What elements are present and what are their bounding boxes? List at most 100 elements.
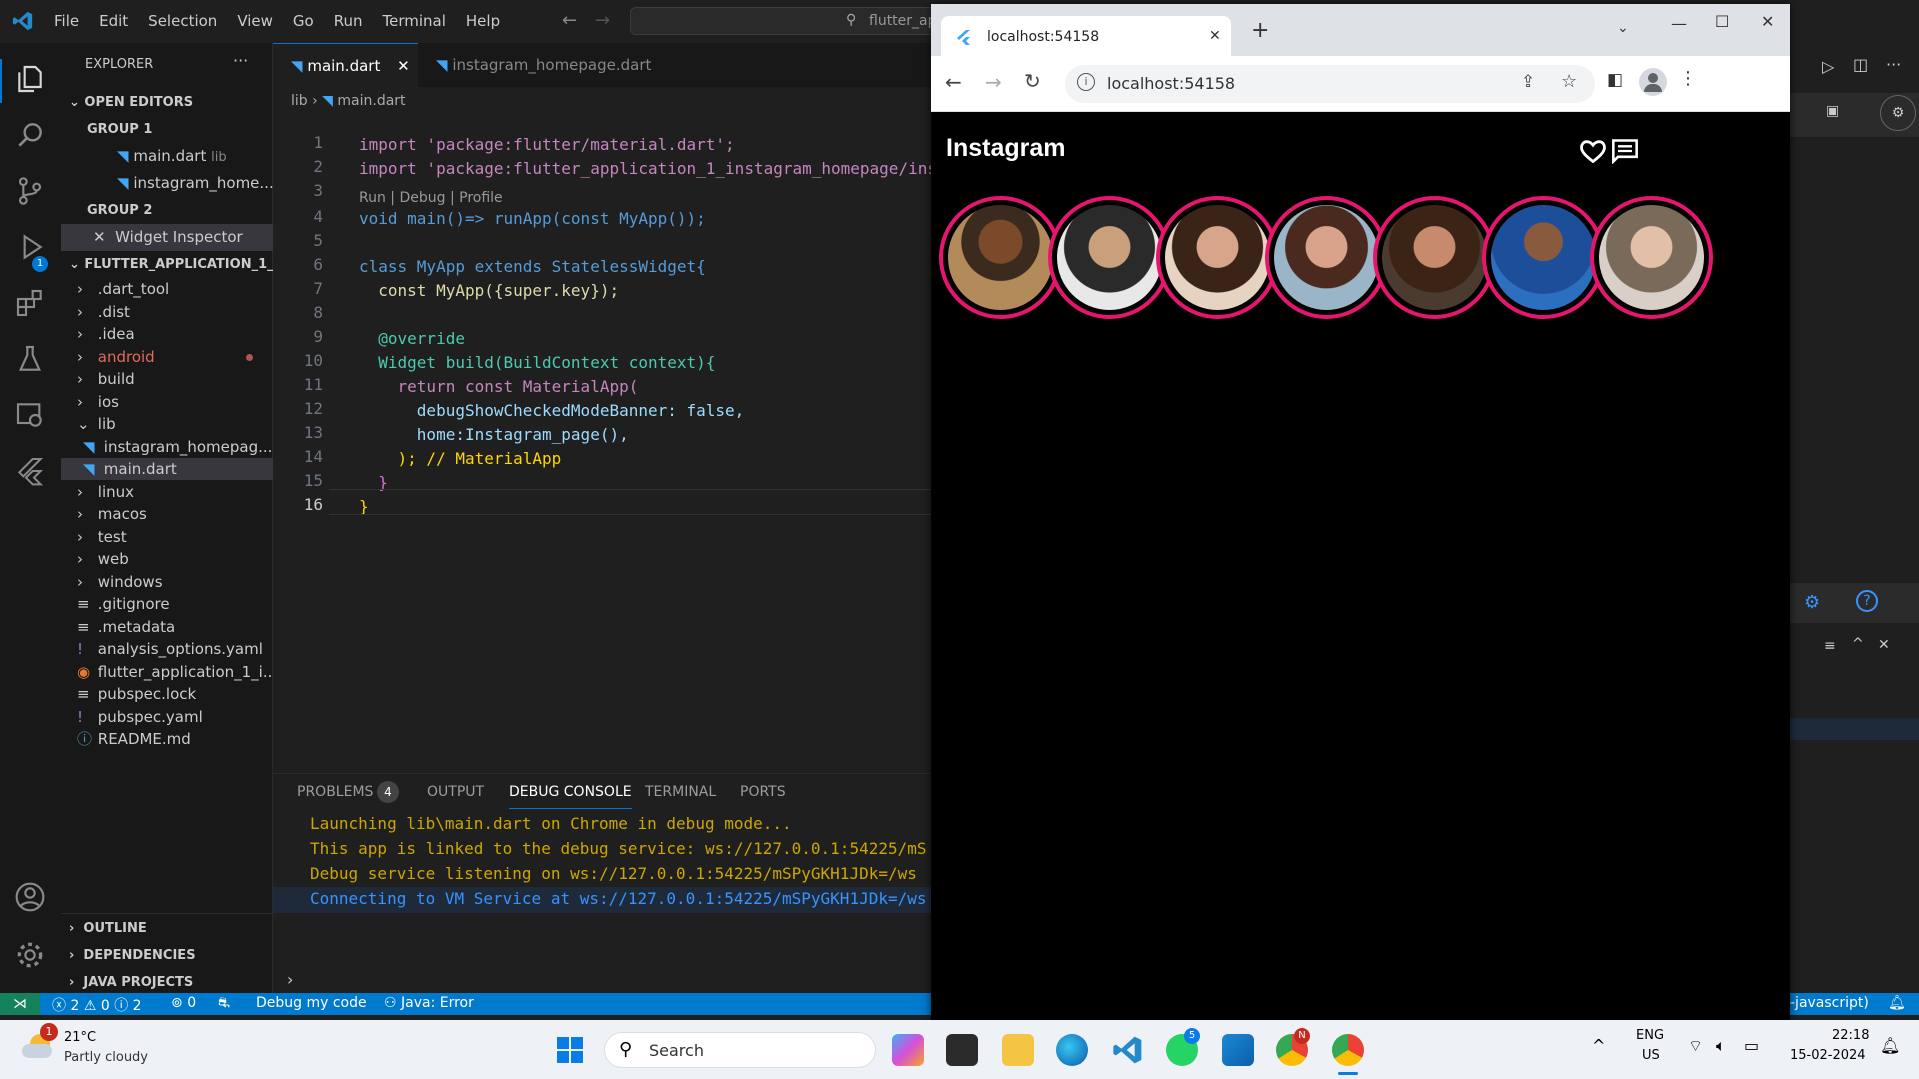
edge-icon[interactable] bbox=[1056, 1034, 1088, 1066]
reload-icon[interactable]: ↻ bbox=[1024, 69, 1041, 93]
close-window-icon[interactable]: ✕ bbox=[1761, 12, 1774, 31]
menu-file[interactable]: File bbox=[54, 12, 79, 30]
menu-kebab-icon[interactable]: ⋮ bbox=[1679, 68, 1697, 89]
tree-item[interactable]: ◥ instagram_homepag... bbox=[61, 436, 273, 458]
bookmark-star-icon[interactable]: ☆ bbox=[1561, 71, 1577, 92]
forward-icon[interactable]: → bbox=[985, 70, 1002, 94]
tree-item[interactable]: ≡ .gitignore bbox=[61, 593, 273, 615]
story-avatar[interactable] bbox=[1264, 196, 1388, 319]
battery-icon[interactable]: ▭ bbox=[1744, 1036, 1759, 1055]
open-editors-section[interactable]: ⌄ OPEN EDITORS bbox=[61, 89, 273, 116]
explorer-icon[interactable] bbox=[14, 63, 46, 95]
story-avatar[interactable] bbox=[1047, 196, 1171, 319]
dependencies-section[interactable]: › DEPENDENCIES bbox=[61, 942, 273, 969]
tab-search-icon[interactable]: ⌄ bbox=[1617, 20, 1629, 36]
taskbar-search[interactable]: ⚲ Search bbox=[604, 1032, 876, 1068]
menu-go[interactable]: Go bbox=[293, 12, 314, 30]
menu-help[interactable]: Help bbox=[466, 12, 500, 30]
tree-item[interactable]: › linux bbox=[61, 481, 273, 503]
tree-item[interactable]: ! pubspec.yaml bbox=[61, 706, 273, 728]
image-icon[interactable]: ▣ bbox=[1826, 103, 1839, 119]
tree-item[interactable]: › build bbox=[61, 368, 273, 390]
testing-icon[interactable] bbox=[14, 343, 46, 375]
clock-date[interactable]: 15-02-2024 bbox=[1790, 1048, 1866, 1063]
more-icon[interactable]: ··· bbox=[1886, 55, 1901, 74]
close-panel-icon[interactable]: ✕ bbox=[1878, 637, 1890, 653]
notifications-icon[interactable]: 🔔︎ bbox=[1888, 995, 1906, 1011]
tab-instagram-homepage[interactable]: ◥ instagram_homepage.dart bbox=[418, 43, 668, 87]
project-section[interactable]: ⌄ FLUTTER_APPLICATION_1_I... bbox=[61, 251, 273, 278]
panel-tab-ports[interactable]: PORTS bbox=[740, 784, 786, 800]
run-icon[interactable]: ▷ bbox=[1822, 57, 1834, 76]
more-actions-icon[interactable]: ··· bbox=[233, 51, 248, 70]
help-icon[interactable]: ? bbox=[1856, 590, 1878, 612]
tree-item[interactable]: › test bbox=[61, 526, 273, 548]
new-tab-icon[interactable]: + bbox=[1251, 18, 1269, 43]
tree-item[interactable]: › android bbox=[61, 346, 273, 368]
volume-icon[interactable]: 🔈︎ bbox=[1716, 1036, 1726, 1056]
ports-status[interactable]: ⊚ 0 bbox=[171, 995, 196, 1011]
task-view-icon[interactable] bbox=[946, 1034, 978, 1066]
story-avatar[interactable] bbox=[939, 196, 1062, 319]
outline-section[interactable]: › OUTLINE bbox=[61, 915, 273, 942]
photos-icon[interactable] bbox=[1222, 1034, 1254, 1066]
java-projects-section[interactable]: › JAVA PROJECTS bbox=[61, 969, 273, 996]
panel-tab-problems[interactable]: PROBLEMS bbox=[297, 784, 373, 800]
tree-item[interactable]: ◥ main.dart bbox=[61, 458, 273, 480]
console-input-chevron-icon[interactable]: › bbox=[287, 970, 293, 989]
source-control-icon[interactable] bbox=[14, 175, 46, 207]
vscode-taskbar-icon[interactable] bbox=[1112, 1034, 1144, 1066]
profile-avatar-icon[interactable] bbox=[1639, 68, 1667, 96]
close-icon[interactable]: ✕ bbox=[93, 228, 106, 246]
menu-terminal[interactable]: Terminal bbox=[383, 12, 446, 30]
clear-console-icon[interactable]: ≡ bbox=[1824, 638, 1836, 654]
clock-time[interactable]: 22:18 bbox=[1832, 1028, 1869, 1043]
file-explorer-icon[interactable] bbox=[1002, 1034, 1034, 1066]
breadcrumb-item[interactable]: lib bbox=[291, 93, 308, 109]
panel-tab-debug-console[interactable]: DEBUG CONSOLE bbox=[509, 784, 632, 809]
tree-item[interactable]: › web bbox=[61, 548, 273, 570]
settings-gear-icon[interactable]: ⚙ bbox=[1880, 95, 1916, 131]
notifications-icon[interactable]: 🔔︎ bbox=[1880, 1036, 1900, 1055]
tree-item[interactable]: ⌄ lib bbox=[61, 413, 273, 435]
open-editor-item[interactable]: ✕ Widget Inspector bbox=[61, 224, 273, 251]
side-panel-icon[interactable]: ◧ bbox=[1607, 70, 1623, 90]
split-editor-icon[interactable]: ◫ bbox=[1853, 55, 1868, 74]
tree-item[interactable]: ! analysis_options.yaml bbox=[61, 638, 273, 660]
tree-item[interactable]: › windows bbox=[61, 571, 273, 593]
flutter-icon[interactable] bbox=[14, 455, 46, 487]
tree-item[interactable]: › ios bbox=[61, 391, 273, 413]
java-status[interactable]: ⚇ Java: Error bbox=[384, 995, 474, 1011]
copilot-icon[interactable] bbox=[892, 1034, 924, 1066]
menu-edit[interactable]: Edit bbox=[99, 12, 128, 30]
open-editor-item[interactable]: ◥ main.dart lib bbox=[61, 143, 273, 170]
tree-item[interactable]: ≡ .metadata bbox=[61, 616, 273, 638]
debug-icon[interactable]: ⚙ bbox=[1804, 592, 1820, 613]
maximize-icon[interactable]: ☐ bbox=[1715, 12, 1729, 31]
language-line2[interactable]: US bbox=[1642, 1048, 1660, 1063]
command-center[interactable]: ⚲ flutter_ap bbox=[630, 7, 940, 35]
windows-start-icon[interactable] bbox=[556, 1036, 584, 1064]
story-avatar[interactable] bbox=[1373, 196, 1496, 319]
settings-gear-icon[interactable] bbox=[14, 939, 46, 971]
search-icon[interactable] bbox=[14, 119, 46, 151]
story-avatar[interactable] bbox=[1481, 196, 1605, 319]
account-icon[interactable] bbox=[14, 881, 46, 913]
codelens[interactable]: Run | Debug | Profile bbox=[359, 190, 503, 206]
breadcrumb-item[interactable]: main.dart bbox=[337, 93, 405, 109]
language-mode[interactable]: -javascript) bbox=[1790, 995, 1869, 1011]
minimize-icon[interactable]: — bbox=[1671, 14, 1687, 33]
wifi-icon[interactable]: ⌔ bbox=[1688, 1036, 1703, 1056]
messages-icon[interactable] bbox=[1611, 138, 1639, 164]
story-avatar[interactable] bbox=[1156, 196, 1279, 319]
language-line1[interactable]: ENG bbox=[1636, 1028, 1664, 1043]
close-icon[interactable]: ✕ bbox=[397, 57, 410, 75]
show-hidden-icons[interactable]: ^ bbox=[1592, 1036, 1605, 1055]
menu-view[interactable]: View bbox=[237, 12, 273, 30]
story-avatar[interactable] bbox=[1590, 196, 1713, 319]
tree-item[interactable]: › macos bbox=[61, 503, 273, 525]
share-icon[interactable]: ⇪ bbox=[1521, 72, 1535, 92]
maximize-panel-icon[interactable]: ^ bbox=[1852, 636, 1864, 652]
extensions-icon[interactable] bbox=[14, 287, 46, 319]
tree-item[interactable]: › .idea bbox=[61, 323, 273, 345]
